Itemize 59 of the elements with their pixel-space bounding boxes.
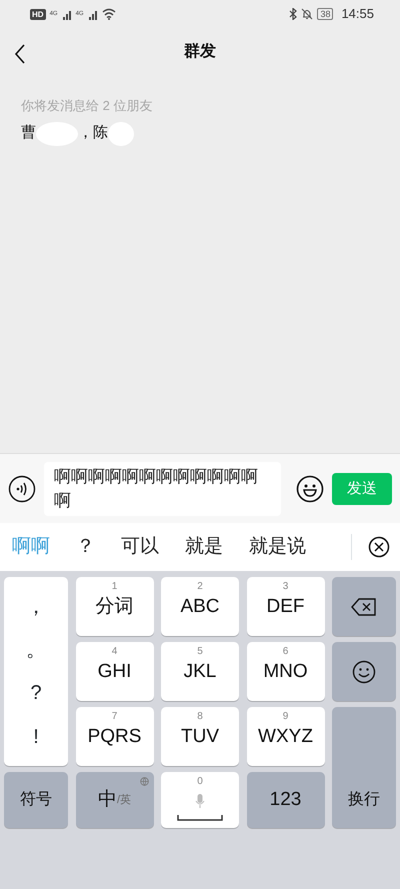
letter-key[interactable]: 4 GHI [76,642,154,702]
emoji-key[interactable] [332,642,396,702]
microphone-icon [195,793,205,810]
key-digit: 3 [282,580,290,594]
space-key[interactable]: 0 [161,772,239,828]
recipients-hint: 你将发消息给 2 位朋友 [20,97,154,115]
hd-label: HD [30,8,46,20]
key-digit: 4 [110,645,118,660]
letter-key[interactable]: 6 MNO [246,642,324,702]
battery-indicator: 38 [317,8,334,20]
delete-key[interactable] [332,577,396,636]
candidate-word[interactable]: ？ [76,533,95,562]
key-digit: 0 [196,775,204,790]
page-title: 群发 [184,42,216,62]
key-digit: 9 [282,710,290,724]
signal-icon [62,8,72,20]
key-digit: 7 [110,710,118,724]
globe-icon [140,777,148,786]
punctuation-key[interactable]: ! [33,726,39,747]
key-digit: 1 [110,580,118,594]
key-digit: 5 [196,645,204,660]
space-bar-icon [177,815,223,822]
back-icon [14,44,26,64]
bell-off-icon [301,8,314,20]
letter-key[interactable]: 9 WXYZ [246,707,324,766]
message-input[interactable]: 啊啊啊啊啊啊啊啊啊啊啊啊啊 [44,462,281,516]
collapse-button[interactable] [368,535,390,560]
signal-icon [88,8,98,20]
recipient-name: 曹 [21,123,36,144]
wifi-icon [102,8,116,20]
symbols-key[interactable]: 符号 [4,772,68,828]
voice-button[interactable] [8,474,36,503]
candidate-word[interactable]: 就是说 [249,533,306,562]
status-time: 14:55 [341,5,374,24]
key-digit: 8 [196,710,204,724]
letter-key[interactable]: 2 ABC [161,577,239,636]
candidate-word[interactable]: 就是 [185,533,223,562]
letter-key[interactable]: 7 PQRS [76,707,154,766]
enter-key[interactable]: 换行 [332,707,396,828]
letter-key[interactable]: 5 JKL [161,642,239,702]
close-icon [368,536,390,558]
bluetooth-icon [289,8,298,20]
punctuation-key[interactable]: 。 [26,640,46,660]
punctuation-key[interactable]: ， [26,596,46,617]
emoji-button[interactable] [296,474,324,503]
recipient-name: ，陈 [78,123,108,144]
key-digit: 6 [282,645,290,660]
numbers-key[interactable]: 123 [246,772,324,828]
voice-icon [8,474,36,503]
letter-key[interactable]: 1 分词 [76,577,154,636]
smiley-icon [352,660,376,684]
candidate-word[interactable]: 可以 [121,533,159,562]
punctuation-key[interactable]: ? [30,683,42,704]
backspace-icon [351,598,377,616]
letter-key[interactable]: 3 DEF [246,577,324,636]
letter-key[interactable]: 8 TUV [161,707,239,766]
language-key[interactable]: 中/英 [76,772,154,828]
smiley-icon [296,474,324,503]
key-digit: 2 [196,580,204,594]
